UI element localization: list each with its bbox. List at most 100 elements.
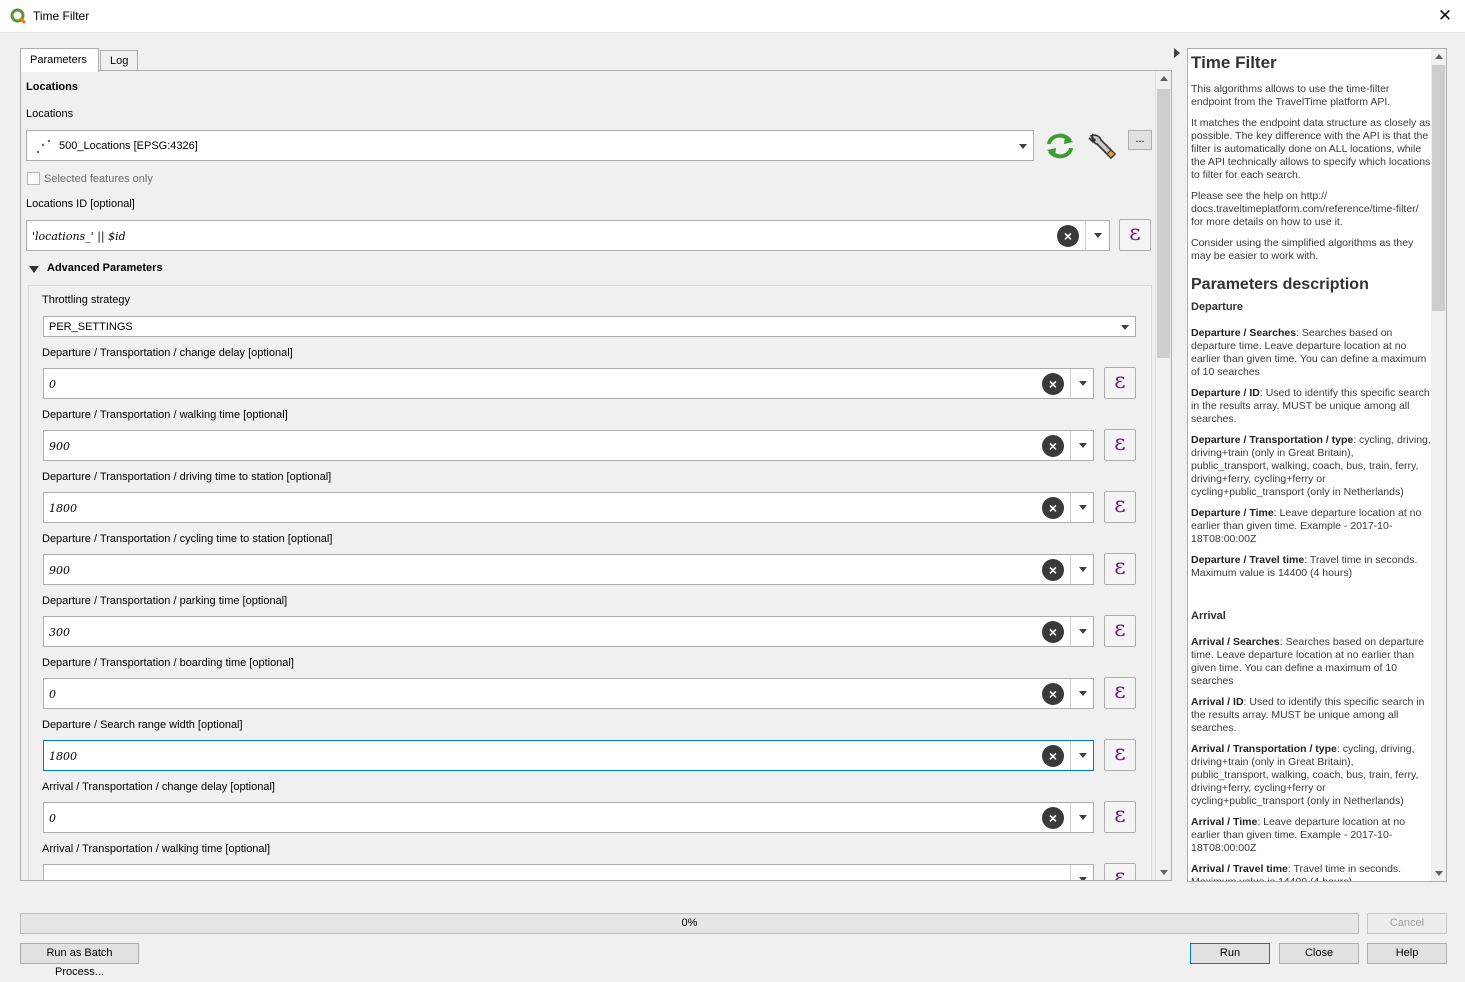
- clear-icon[interactable]: ×: [1042, 621, 1064, 643]
- clear-icon[interactable]: ×: [1042, 435, 1064, 457]
- collapse-triangle-icon[interactable]: [29, 266, 39, 273]
- locations-heading: Locations: [26, 81, 78, 93]
- cycling-time-to-station-field[interactable]: 900 ×: [43, 554, 1094, 585]
- tab-log[interactable]: Log: [100, 50, 138, 71]
- selected-features-checkbox[interactable]: [27, 172, 40, 185]
- arrival-walking-time-field[interactable]: [43, 864, 1094, 880]
- help-item: Departure / Transportation / type: cycli…: [1191, 434, 1431, 499]
- chevron-down-icon[interactable]: [1070, 493, 1094, 522]
- expression-button[interactable]: ε: [1104, 863, 1136, 880]
- expression-button[interactable]: ε: [1104, 491, 1136, 523]
- help-item-key: Arrival / Travel time: [1191, 863, 1288, 875]
- help-item: Arrival / Searches: Searches based on de…: [1191, 636, 1431, 688]
- help-item: Arrival / Travel time: Travel time in se…: [1191, 863, 1431, 881]
- arrival-change-delay-field[interactable]: 0 ×: [43, 802, 1094, 833]
- chevron-down-icon[interactable]: [1070, 803, 1094, 832]
- help-item-key: Arrival / ID: [1191, 696, 1244, 708]
- departure-heading: Departure: [1191, 301, 1243, 313]
- help-button[interactable]: Help: [1367, 943, 1447, 964]
- chevron-down-icon[interactable]: [1070, 555, 1094, 584]
- clear-icon[interactable]: ×: [1042, 807, 1064, 829]
- scrollbar-thumb[interactable]: [1157, 89, 1170, 358]
- run-button[interactable]: Run: [1190, 943, 1270, 964]
- field-value: 900: [49, 564, 70, 577]
- clear-icon[interactable]: ×: [1042, 559, 1064, 581]
- chevron-down-icon[interactable]: [1070, 369, 1094, 398]
- iterate-refresh-icon[interactable]: [1043, 131, 1077, 161]
- field-value: 0: [49, 688, 56, 701]
- field-value: 0: [49, 378, 56, 391]
- help-paragraph: Please see the help on http:// docs.trav…: [1191, 190, 1419, 228]
- help-item-key: Arrival / Transportation / type: [1191, 743, 1337, 755]
- field-value: 0: [49, 812, 56, 825]
- chevron-down-icon: [1121, 324, 1129, 330]
- locations-id-label: Locations ID [optional]: [26, 198, 135, 210]
- scroll-up-icon[interactable]: [1435, 54, 1443, 59]
- field-value: 300: [49, 626, 70, 639]
- field-label: Arrival / Transportation / change delay …: [42, 781, 275, 793]
- selected-features-label: Selected features only: [44, 173, 153, 185]
- arrival-heading: Arrival: [1191, 610, 1226, 622]
- locations-id-field[interactable]: 'locations_' || $id ×: [26, 220, 1110, 251]
- expression-button[interactable]: ε: [1104, 367, 1136, 399]
- parameters-scroll-area: Locations Locations 500_Locations [EPSG:…: [21, 71, 1155, 880]
- chevron-down-icon: [1019, 143, 1027, 149]
- cancel-button[interactable]: Cancel: [1367, 913, 1447, 934]
- close-window-icon[interactable]: ✕: [1433, 5, 1457, 27]
- help-item-key: Departure / ID: [1191, 387, 1260, 399]
- parking-time-field[interactable]: 300 ×: [43, 616, 1094, 647]
- help-item-key: Departure / Time: [1191, 507, 1274, 519]
- expression-button[interactable]: ε: [1104, 615, 1136, 647]
- expression-button[interactable]: ε: [1119, 219, 1151, 251]
- chevron-down-icon[interactable]: [1070, 865, 1094, 880]
- parameters-scrollbar[interactable]: [1155, 71, 1171, 880]
- walking-time-field[interactable]: 900 ×: [43, 430, 1094, 461]
- throttling-select[interactable]: PER_SETTINGS: [43, 316, 1136, 337]
- window-title: Time Filter: [33, 9, 90, 23]
- chevron-down-icon[interactable]: [1070, 679, 1094, 708]
- advanced-parameters-group: Throttling strategy PER_SETTINGS Departu…: [28, 285, 1152, 880]
- scroll-down-icon[interactable]: [1160, 870, 1168, 875]
- clear-icon[interactable]: ×: [1042, 745, 1064, 767]
- search-range-width-field[interactable]: 1800 ×: [43, 740, 1094, 771]
- driving-time-to-station-field[interactable]: 1800 ×: [43, 492, 1094, 523]
- clear-icon[interactable]: ×: [1042, 373, 1064, 395]
- expression-button[interactable]: ε: [1104, 553, 1136, 585]
- chevron-down-icon[interactable]: [1070, 741, 1094, 770]
- chevron-down-icon[interactable]: [1070, 617, 1094, 646]
- help-item-key: Departure / Transportation / type: [1191, 434, 1354, 446]
- run-batch-button[interactable]: Run as Batch Process...: [20, 943, 139, 978]
- chevron-down-icon[interactable]: [1085, 221, 1109, 250]
- locations-layer-select[interactable]: 500_Locations [EPSG:4326]: [26, 130, 1034, 161]
- help-pane: Time Filter This algorithms allows to us…: [1187, 48, 1447, 882]
- boarding-time-field[interactable]: 0 ×: [43, 678, 1094, 709]
- clear-icon[interactable]: ×: [1042, 683, 1064, 705]
- scrollbar-thumb[interactable]: [1432, 65, 1445, 311]
- more-options-button[interactable]: ...: [1128, 130, 1152, 150]
- scroll-up-icon[interactable]: [1160, 76, 1168, 81]
- help-item-key: Arrival / Time: [1191, 816, 1258, 828]
- clear-icon[interactable]: ×: [1057, 225, 1079, 247]
- help-item: Arrival / Transportation / type: cycling…: [1191, 743, 1431, 808]
- field-value: 1800: [49, 750, 77, 763]
- help-item: Arrival / ID: Used to identify this spec…: [1191, 696, 1431, 735]
- help-content: Time Filter This algorithms allows to us…: [1191, 51, 1431, 881]
- expression-button[interactable]: ε: [1104, 739, 1136, 771]
- close-button[interactable]: Close: [1279, 943, 1359, 964]
- expression-button[interactable]: ε: [1104, 677, 1136, 709]
- change-delay-field[interactable]: 0 ×: [43, 368, 1094, 399]
- expression-button[interactable]: ε: [1104, 801, 1136, 833]
- advanced-parameters-heading[interactable]: Advanced Parameters: [47, 262, 163, 274]
- scroll-down-icon[interactable]: [1435, 871, 1443, 876]
- wrench-settings-icon[interactable]: [1085, 129, 1119, 163]
- clear-icon[interactable]: ×: [1042, 497, 1064, 519]
- field-value: 900: [49, 440, 70, 453]
- expression-button[interactable]: ε: [1104, 429, 1136, 461]
- collapse-help-icon[interactable]: [1174, 48, 1180, 58]
- help-title: Time Filter: [1191, 53, 1277, 72]
- chevron-down-icon[interactable]: [1070, 431, 1094, 460]
- field-label: Arrival / Transportation / walking time …: [42, 843, 271, 855]
- help-scrollbar[interactable]: [1431, 49, 1446, 881]
- help-paragraph: This algorithms allows to use the time-f…: [1191, 83, 1391, 108]
- tab-parameters[interactable]: Parameters: [20, 48, 99, 72]
